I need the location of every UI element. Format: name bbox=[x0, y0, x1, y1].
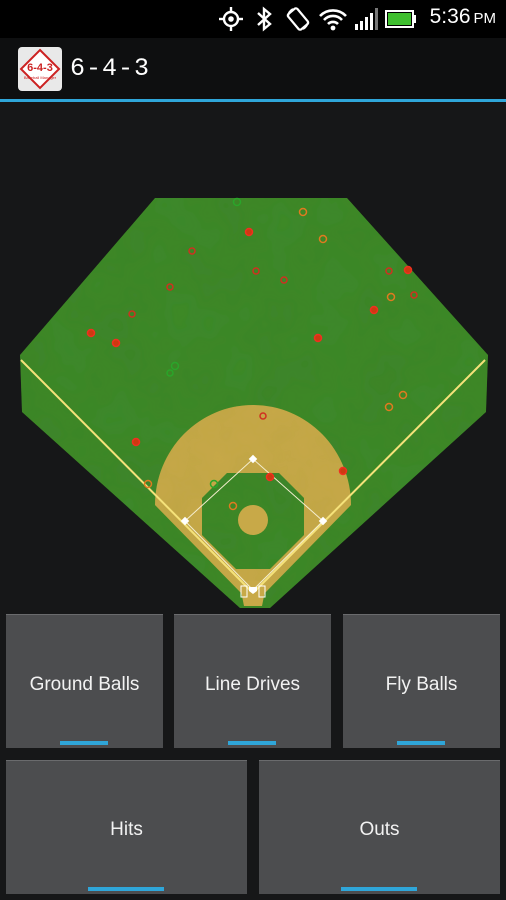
outs-button[interactable]: Outs bbox=[259, 760, 500, 894]
app-logo-graphic: 6-4-3 Baseball Manager bbox=[19, 48, 61, 90]
outs-indicator bbox=[341, 887, 417, 891]
hit-marker bbox=[265, 472, 275, 482]
hit-marker bbox=[313, 333, 323, 343]
hits-button[interactable]: Hits bbox=[6, 760, 247, 894]
baseball-field bbox=[20, 197, 488, 608]
ground-balls-button[interactable]: Ground Balls bbox=[6, 614, 163, 748]
fly-balls-indicator bbox=[397, 741, 445, 745]
spray-chart[interactable] bbox=[0, 102, 506, 610]
app-logo-subtext: Baseball Manager bbox=[24, 75, 57, 80]
app-title: 6-4-3 bbox=[70, 54, 151, 83]
hits-indicator bbox=[88, 887, 164, 891]
hits-label: Hits bbox=[110, 819, 143, 840]
hit-marker bbox=[244, 227, 254, 237]
ground-balls-label: Ground Balls bbox=[29, 674, 140, 695]
hit-marker bbox=[403, 265, 413, 275]
ground-balls-indicator bbox=[60, 741, 108, 745]
status-bar: 5:36 PM bbox=[0, 0, 506, 38]
hit-marker bbox=[338, 466, 348, 476]
bluetooth-icon bbox=[257, 6, 272, 32]
line-drives-label: Line Drives bbox=[204, 674, 301, 695]
action-bar: 6-4-3 Baseball Manager 6-4-3 bbox=[0, 38, 506, 102]
fly-balls-button[interactable]: Fly Balls bbox=[343, 614, 500, 748]
rotation-lock-icon bbox=[286, 7, 310, 31]
app-logo-text: 6-4-3 bbox=[27, 62, 53, 74]
fly-balls-label: Fly Balls bbox=[385, 674, 458, 695]
outs-label: Outs bbox=[359, 819, 400, 840]
hit-marker bbox=[111, 338, 121, 348]
hit-marker bbox=[369, 305, 379, 315]
status-time: 5:36 PM bbox=[429, 5, 496, 28]
hit-marker bbox=[131, 437, 141, 447]
gps-icon bbox=[219, 7, 243, 31]
line-drives-button[interactable]: Line Drives bbox=[174, 614, 331, 748]
pitchers-mound bbox=[238, 505, 268, 535]
signal-icon bbox=[355, 8, 378, 30]
battery-icon bbox=[385, 10, 416, 28]
wifi-icon bbox=[319, 9, 347, 31]
hit-marker bbox=[86, 328, 96, 338]
line-drives-indicator bbox=[228, 741, 276, 745]
app-logo[interactable]: 6-4-3 Baseball Manager bbox=[18, 47, 62, 91]
